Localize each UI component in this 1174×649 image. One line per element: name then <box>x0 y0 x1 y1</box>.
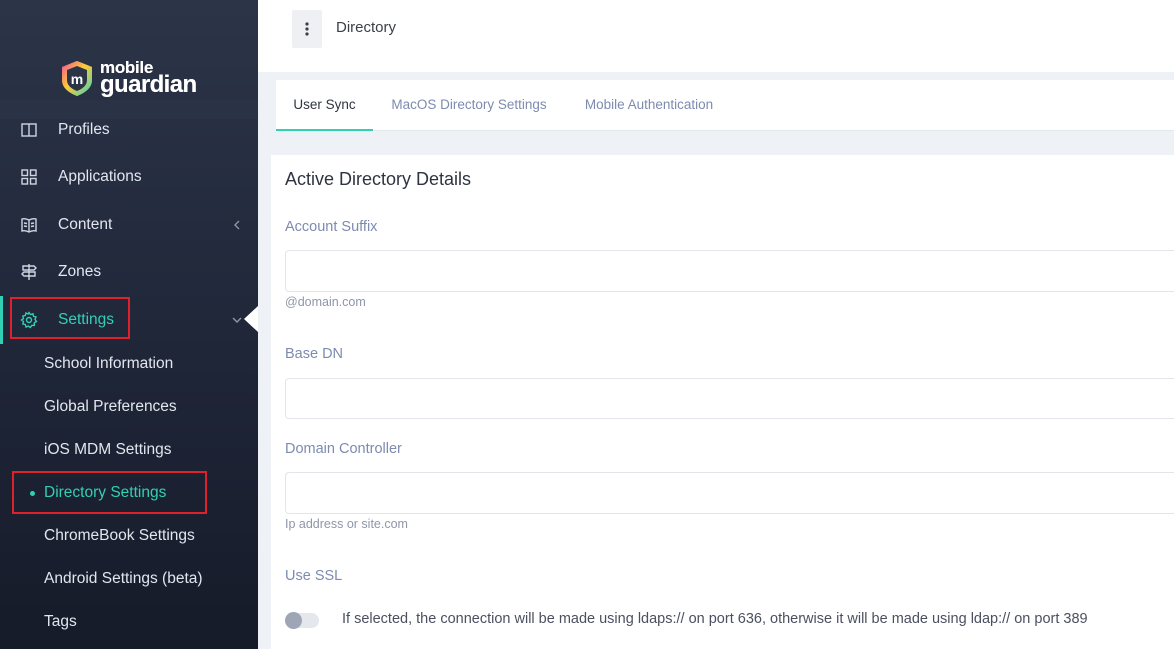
sidebar-subitem-tags[interactable]: Tags <box>44 607 77 637</box>
account-suffix-hint: @domain.com <box>285 295 366 309</box>
svg-text:m: m <box>71 71 83 87</box>
toggle-knob <box>285 612 302 629</box>
sidebar-subitem-school-information[interactable]: School Information <box>44 349 173 379</box>
section-title: Active Directory Details <box>285 169 472 189</box>
use-ssl-toggle[interactable] <box>285 612 319 629</box>
chevron-left-icon <box>234 220 240 230</box>
mobile-guardian-logo-icon: m <box>62 61 92 96</box>
sidebar: m mobile guardian Profiles m mobile guar… <box>0 0 258 649</box>
profiles-icon <box>20 121 38 139</box>
sidebar-subitem-android-settings[interactable]: Android Settings (beta) <box>44 564 203 594</box>
more-menu-button[interactable] <box>292 10 322 48</box>
base-dn-label: Base DN <box>285 346 344 362</box>
use-ssl-description: If selected, the connection will be made… <box>342 611 1088 627</box>
active-tab-underline <box>276 129 373 131</box>
account-suffix-label: Account Suffix <box>285 219 378 235</box>
top-header <box>258 0 1174 72</box>
page-title: Directory <box>336 19 397 36</box>
sidebar-item-content[interactable]: Content <box>0 205 258 245</box>
grid-icon <box>20 168 38 186</box>
sidebar-scroll-clip <box>0 100 258 119</box>
tab-macos-directory-settings[interactable]: MacOS Directory Settings <box>385 80 553 130</box>
sidebar-subitem-ios-mdm-settings[interactable]: iOS MDM Settings <box>44 435 171 465</box>
tab-user-sync[interactable]: User Sync <box>276 80 373 130</box>
logo-text: mobile guardian <box>100 58 197 98</box>
domain-controller-label: Domain Controller <box>285 441 402 457</box>
kebab-menu-icon <box>305 22 309 36</box>
sidebar-item-applications[interactable]: Applications <box>0 157 258 197</box>
tab-mobile-authentication[interactable]: Mobile Authentication <box>571 80 727 130</box>
sidebar-subitem-global-preferences[interactable]: Global Preferences <box>44 392 177 422</box>
active-pointer <box>244 306 258 332</box>
domain-controller-hint: Ip address or site.com <box>285 517 408 531</box>
base-dn-input[interactable] <box>285 378 1174 419</box>
domain-controller-input[interactable] <box>285 472 1174 514</box>
highlight-box-settings <box>10 297 130 339</box>
signpost-icon <box>20 263 38 281</box>
highlight-box-directory-settings <box>12 471 207 514</box>
sidebar-subitem-chromebook-settings[interactable]: ChromeBook Settings <box>44 521 195 551</box>
sidebar-item-zones[interactable]: Zones <box>0 252 258 292</box>
book-icon <box>20 216 38 234</box>
use-ssl-label: Use SSL <box>285 568 343 584</box>
logo-overlay: m mobile guardian <box>57 56 197 100</box>
chevron-down-icon <box>232 317 242 323</box>
account-suffix-input[interactable] <box>285 250 1174 292</box>
